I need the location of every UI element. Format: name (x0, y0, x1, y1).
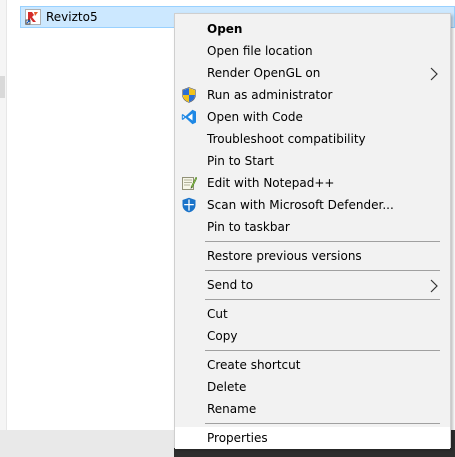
context-menu: Open Open file location Render OpenGL on (174, 13, 451, 449)
menu-item-label: Create shortcut (207, 358, 301, 372)
menu-item-label: Delete (207, 380, 247, 394)
navigation-pane-scroll-indicator (0, 76, 5, 98)
defender-icon (181, 197, 197, 213)
chevron-right-icon (430, 278, 438, 293)
menu-separator (205, 423, 440, 424)
menu-item-label: Pin to Start (207, 154, 274, 168)
menu-item-open-with-code[interactable]: Open with Code (175, 106, 450, 128)
status-bar (0, 430, 174, 457)
explorer-window: Revizto5 Open Open file location Render … (0, 0, 455, 457)
notepadpp-icon (181, 175, 198, 191)
menu-item-restore-previous-versions[interactable]: Restore previous versions (175, 245, 450, 267)
menu-item-label: Copy (207, 329, 238, 343)
menu-item-properties[interactable]: Properties (175, 427, 450, 449)
menu-item-send-to[interactable]: Send to (175, 274, 450, 296)
menu-item-label: Pin to taskbar (207, 220, 290, 234)
menu-item-pin-to-start[interactable]: Pin to Start (175, 150, 450, 172)
menu-item-open-file-location[interactable]: Open file location (175, 40, 450, 62)
menu-item-run-as-administrator[interactable]: Run as administrator (175, 84, 450, 106)
menu-item-edit-with-notepadpp[interactable]: Edit with Notepad++ (175, 172, 450, 194)
menu-separator (205, 241, 440, 242)
vscode-icon (181, 109, 197, 125)
menu-item-rename[interactable]: Rename (175, 398, 450, 420)
revizto-app-icon (25, 9, 41, 25)
menu-item-scan-with-defender[interactable]: Scan with Microsoft Defender... (175, 194, 450, 216)
menu-separator (205, 270, 440, 271)
menu-item-delete[interactable]: Delete (175, 376, 450, 398)
menu-item-copy[interactable]: Copy (175, 325, 450, 347)
chevron-right-icon (430, 66, 438, 81)
menu-item-label: Restore previous versions (207, 249, 362, 263)
menu-separator (205, 299, 440, 300)
menu-item-label: Properties (207, 431, 268, 445)
menu-item-label: Open (207, 22, 243, 36)
menu-item-label: Cut (207, 307, 228, 321)
menu-separator (205, 350, 440, 351)
menu-item-label: Rename (207, 402, 257, 416)
menu-item-label: Send to (207, 278, 254, 292)
file-name: Revizto5 (46, 10, 98, 24)
menu-item-label: Scan with Microsoft Defender... (207, 198, 394, 212)
menu-item-create-shortcut[interactable]: Create shortcut (175, 354, 450, 376)
menu-item-label: Troubleshoot compatibility (207, 132, 366, 146)
uac-shield-icon (181, 87, 197, 103)
menu-item-label: Run as administrator (207, 88, 333, 102)
menu-item-troubleshoot-compatibility[interactable]: Troubleshoot compatibility (175, 128, 450, 150)
menu-item-cut[interactable]: Cut (175, 303, 450, 325)
menu-item-open[interactable]: Open (175, 18, 450, 40)
menu-item-label: Open with Code (207, 110, 303, 124)
menu-item-label: Edit with Notepad++ (207, 176, 335, 190)
navigation-pane-edge (0, 0, 7, 430)
menu-item-label: Open file location (207, 44, 313, 58)
menu-item-pin-to-taskbar[interactable]: Pin to taskbar (175, 216, 450, 238)
menu-item-render-opengl-on[interactable]: Render OpenGL on (175, 62, 450, 84)
menu-item-label: Render OpenGL on (207, 66, 321, 80)
